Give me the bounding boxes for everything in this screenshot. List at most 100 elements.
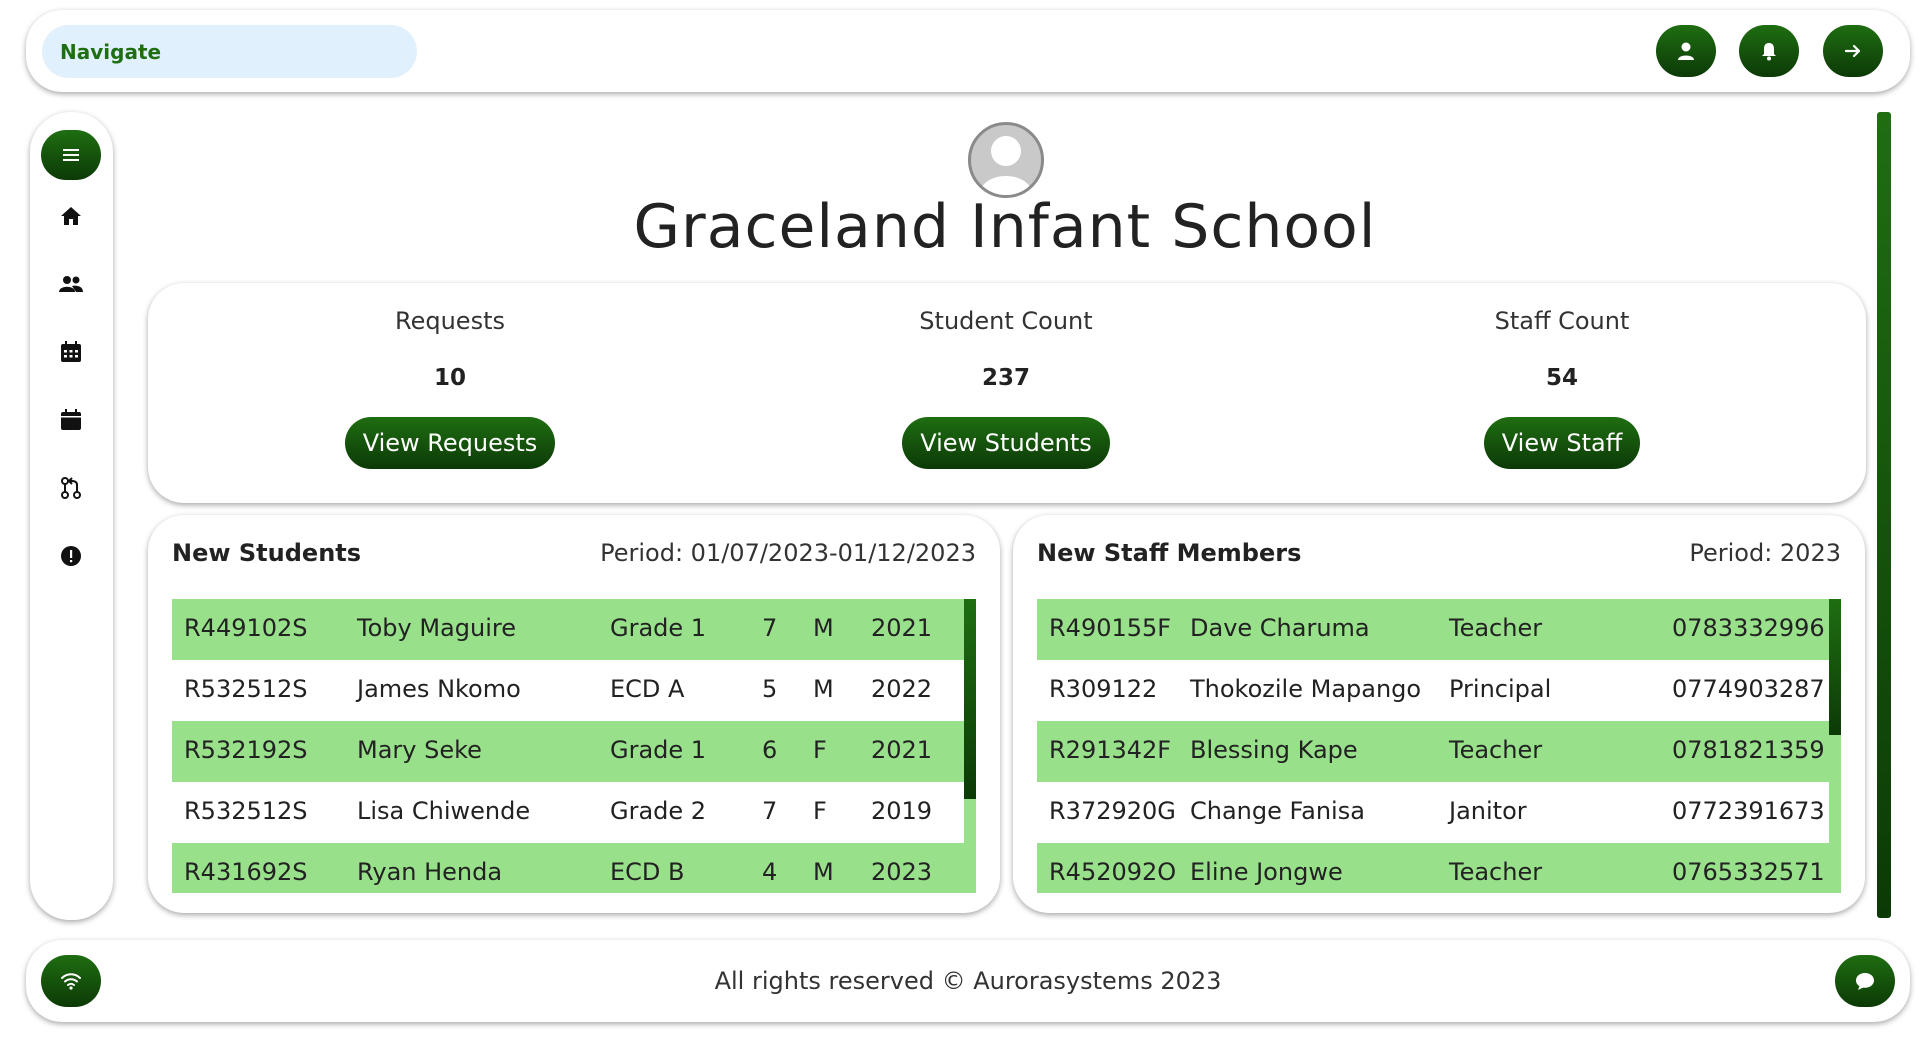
notifications-button[interactable] (1739, 25, 1799, 77)
new-students-scrollbar[interactable] (964, 599, 976, 893)
table-row[interactable]: R291342F Blessing Kape Teacher 078182135… (1037, 721, 1829, 782)
staff-id: R452092O (1049, 858, 1177, 886)
stat-students: Student Count 237 View Students (806, 283, 1206, 469)
stat-value: 237 (981, 365, 1030, 391)
avatar-placeholder-icon (979, 136, 1033, 195)
scrollbar-thumb[interactable] (964, 599, 976, 799)
sidebar-item-calendar[interactable] (41, 395, 101, 445)
staff-id: R372920G (1049, 797, 1176, 825)
view-requests-button[interactable]: View Requests (344, 417, 556, 469)
staff-id: R309122 (1049, 675, 1158, 703)
chat-icon (1856, 973, 1874, 990)
staff-name: Eline Jongwe (1190, 858, 1343, 886)
sidebar-item-home[interactable] (41, 191, 101, 241)
student-age: 7 (762, 797, 778, 825)
table-row[interactable]: R449102S Toby Maguire Grade 1 7 M 2021 (172, 599, 964, 660)
staff-role: Principal (1449, 675, 1552, 703)
chat-button[interactable] (1835, 955, 1895, 1007)
sidebar-menu-toggle[interactable] (41, 130, 101, 180)
sidebar-item-schedule[interactable] (41, 327, 101, 377)
student-name: Toby Maguire (357, 614, 516, 642)
table-row[interactable]: R532192S Mary Seke Grade 1 6 F 2021 (172, 721, 964, 782)
staff-name: Dave Charuma (1190, 614, 1370, 642)
school-avatar (968, 122, 1044, 198)
student-year: 2021 (871, 736, 933, 764)
student-id: R431692S (184, 858, 308, 886)
student-id: R532192S (184, 736, 308, 764)
new-staff-period: Period: 2023 (1689, 539, 1841, 567)
logout-button[interactable] (1823, 25, 1883, 77)
student-id: R532512S (184, 797, 308, 825)
new-staff-title: New Staff Members (1037, 539, 1302, 567)
table-row[interactable]: R309122 Thokozile Mapango Principal 0774… (1037, 660, 1829, 721)
footer: All rights reserved © Aurorasystems 2023 (26, 940, 1910, 1022)
calendar-icon (61, 409, 81, 430)
stat-label: Requests (395, 307, 505, 335)
staff-role: Teacher (1449, 736, 1543, 764)
student-id: R532512S (184, 675, 308, 703)
student-name: Ryan Henda (357, 858, 503, 886)
stat-staff: Staff Count 54 View Staff (1362, 283, 1762, 469)
student-gender: F (813, 736, 827, 764)
menu-icon (63, 149, 79, 161)
footer-copyright: All rights reserved © Aurorasystems 2023 (714, 967, 1222, 995)
bell-icon (1762, 43, 1776, 61)
student-grade: ECD B (610, 858, 685, 886)
navigate-input[interactable] (42, 25, 417, 78)
school-title: Graceland Infant School (633, 192, 1377, 262)
table-row[interactable]: R532512S Lisa Chiwende Grade 2 7 F 2019 (172, 782, 964, 843)
sidebar-item-users[interactable] (41, 259, 101, 309)
stat-requests: Requests 10 View Requests (250, 283, 650, 469)
users-icon (59, 276, 83, 292)
student-age: 4 (762, 858, 778, 886)
new-staff-scrollbar[interactable] (1829, 599, 1841, 893)
table-row[interactable]: R490155F Dave Charuma Teacher 0783332996 (1037, 599, 1829, 660)
new-students-list[interactable]: R449102S Toby Maguire Grade 1 7 M 2021 R… (172, 599, 964, 893)
student-name: James Nkomo (357, 675, 521, 703)
student-name: Mary Seke (357, 736, 482, 764)
staff-id: R291342F (1049, 736, 1172, 764)
view-staff-button[interactable]: View Staff (1483, 417, 1641, 469)
staff-phone: 0765332571 (1672, 858, 1825, 886)
staff-id: R490155F (1049, 614, 1172, 642)
student-gender: M (813, 675, 834, 703)
sidebar-item-requests[interactable] (41, 463, 101, 513)
student-year: 2021 (871, 614, 933, 642)
stat-label: Staff Count (1494, 307, 1630, 335)
stat-value: 10 (433, 365, 466, 391)
home-icon (61, 207, 81, 225)
student-grade: Grade 2 (610, 797, 707, 825)
student-age: 6 (762, 736, 778, 764)
view-students-button[interactable]: View Students (902, 417, 1110, 469)
staff-phone: 0781821359 (1672, 736, 1825, 764)
staff-phone: 0772391673 (1672, 797, 1825, 825)
profile-button[interactable] (1656, 25, 1716, 77)
top-bar (26, 10, 1910, 92)
table-row[interactable]: R452092O Eline Jongwe Teacher 0765332571 (1037, 843, 1829, 893)
staff-role: Teacher (1449, 858, 1543, 886)
page-scrollbar[interactable] (1877, 112, 1891, 918)
scrollbar-thumb[interactable] (1829, 599, 1841, 735)
sidebar-item-alerts[interactable] (41, 531, 101, 581)
calendar-grid-icon (61, 341, 81, 362)
student-grade: ECD A (610, 675, 685, 703)
table-row[interactable]: R372920G Change Fanisa Janitor 077239167… (1037, 782, 1829, 843)
new-students-card: New Students Period: 01/07/2023-01/12/20… (148, 515, 1000, 913)
stats-card: Requests 10 View Requests Student Count … (148, 283, 1866, 503)
staff-name: Thokozile Mapango (1190, 675, 1422, 703)
table-row[interactable]: R532512S James Nkomo ECD A 5 M 2022 (172, 660, 964, 721)
alert-circle-icon (61, 546, 81, 566)
new-students-period: Period: 01/07/2023-01/12/2023 (600, 539, 976, 567)
student-grade: Grade 1 (610, 736, 707, 764)
table-row[interactable]: R431692S Ryan Henda ECD B 4 M 2023 (172, 843, 964, 893)
student-grade: Grade 1 (610, 614, 707, 642)
new-staff-list[interactable]: R490155F Dave Charuma Teacher 0783332996… (1037, 599, 1829, 893)
staff-role: Teacher (1449, 614, 1543, 642)
staff-name: Blessing Kape (1190, 736, 1358, 764)
arrow-right-icon (1844, 44, 1861, 58)
pull-request-icon (61, 477, 81, 499)
new-staff-card: New Staff Members Period: 2023 R490155F … (1013, 515, 1865, 913)
stat-value: 54 (1545, 365, 1578, 391)
student-age: 5 (762, 675, 778, 703)
new-students-title: New Students (172, 539, 362, 567)
